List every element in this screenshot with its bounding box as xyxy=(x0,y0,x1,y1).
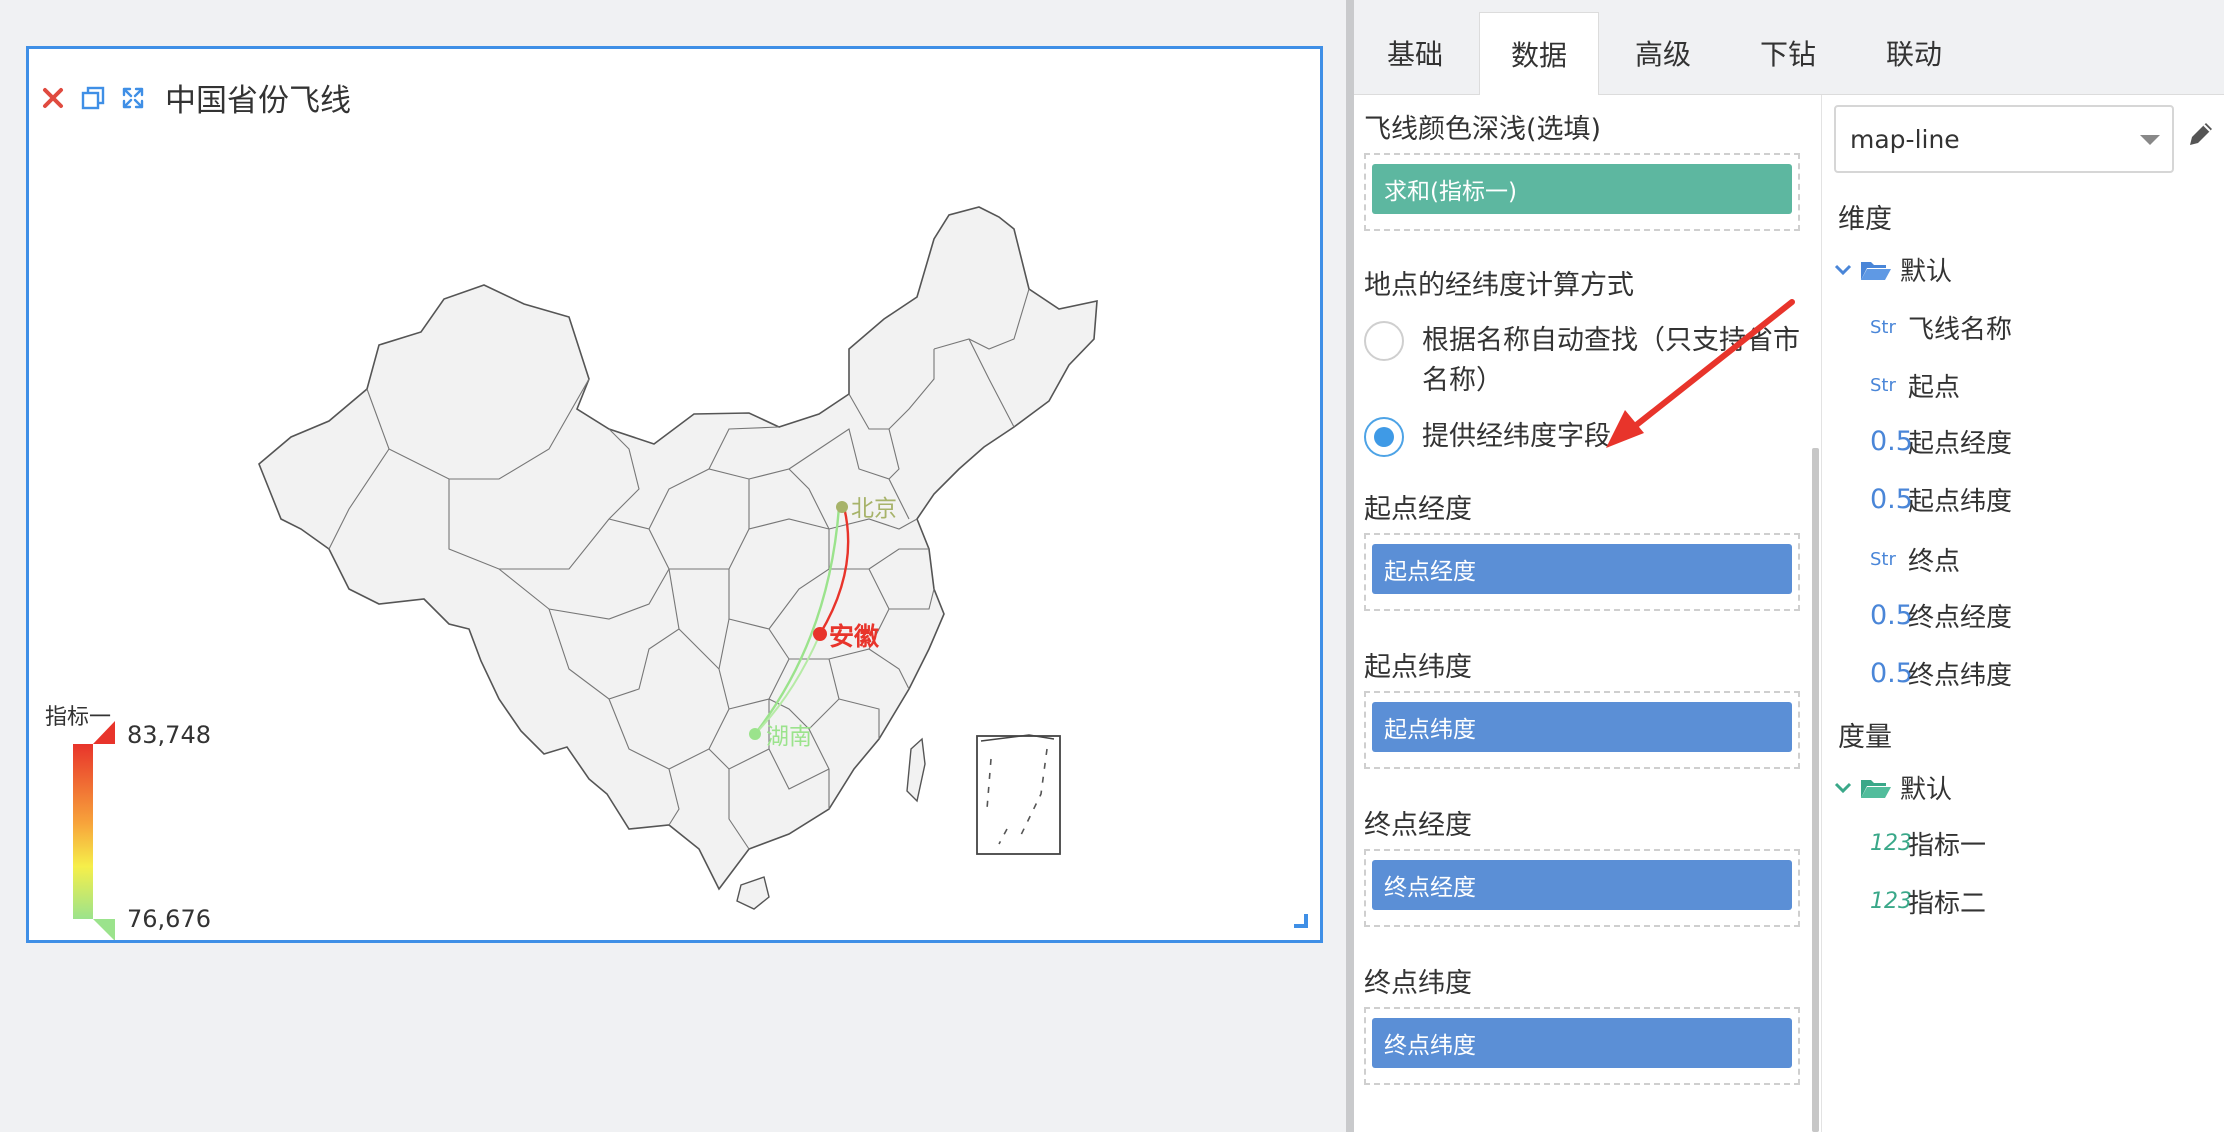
measure-type-icon: 123 xyxy=(1870,831,1912,856)
field-item[interactable]: Str 飞线名称 xyxy=(1870,309,2012,346)
radio-auto-circle[interactable] xyxy=(1364,321,1404,361)
label-hunan: 湖南 xyxy=(766,724,812,750)
number-type-icon: 0.5 xyxy=(1870,658,1913,689)
start-lat-dropzone[interactable]: 起点纬度 xyxy=(1364,691,1800,769)
tab-advanced[interactable]: 高级 xyxy=(1604,12,1722,94)
map-widget[interactable]: 北京 安徽 湖南 中国省份飞线 指标一 83,748 76,676 xyxy=(26,46,1323,943)
tabs-bar: 基础 数据 高级 下钻 联动 xyxy=(1354,0,2224,95)
point-anhui xyxy=(813,627,827,641)
folder-open-icon xyxy=(1861,261,1891,280)
settings-scrollbar[interactable] xyxy=(1812,448,1819,1132)
field-label: 起点纬度 xyxy=(1908,487,2013,517)
pencil-icon[interactable] xyxy=(2184,117,2218,151)
point-beijing xyxy=(836,501,848,513)
field-item[interactable]: 0.5 终点经度 xyxy=(1870,597,2012,634)
hainan-shape xyxy=(736,876,770,910)
data-settings: 飞线颜色深浅(选填) 求和(指标一) 地点的经纬度计算方式 根据名称自动查找（只… xyxy=(1354,95,1819,1132)
legend-max-value: 83,748 xyxy=(127,721,211,749)
field-label: 指标一 xyxy=(1908,831,1987,861)
widget-toolbar: 中国省份飞线 xyxy=(39,75,351,120)
start-lng-dropzone[interactable]: 起点经度 xyxy=(1364,533,1800,611)
radio-field-label: 提供经纬度字段 xyxy=(1422,421,1611,452)
str-type-icon: Str xyxy=(1870,549,1896,570)
dashboard-canvas: 北京 安徽 湖南 中国省份飞线 指标一 83,748 76,676 xyxy=(0,0,1346,1132)
copy-icon[interactable] xyxy=(79,84,107,112)
legend-gradient-bar xyxy=(73,744,93,919)
start-lng-chip[interactable]: 起点经度 xyxy=(1372,544,1792,594)
end-lat-label: 终点纬度 xyxy=(1364,968,1472,999)
end-lat-chip[interactable]: 终点纬度 xyxy=(1372,1018,1792,1068)
str-type-icon: Str xyxy=(1870,317,1896,338)
radio-field-circle[interactable] xyxy=(1364,417,1404,457)
dimension-folder[interactable]: 默认 xyxy=(1834,251,1952,288)
legend-min-handle xyxy=(93,919,115,940)
chevron-down-icon xyxy=(2140,135,2160,145)
close-icon[interactable] xyxy=(39,84,67,112)
end-lng-label: 终点经度 xyxy=(1364,810,1472,841)
line-color-label: 飞线颜色深浅(选填) xyxy=(1364,114,1602,145)
field-label: 终点经度 xyxy=(1908,603,2013,633)
line-color-dropzone[interactable]: 求和(指标一) xyxy=(1364,153,1800,231)
number-type-icon: 0.5 xyxy=(1870,600,1913,631)
china-outline xyxy=(258,206,1098,891)
resize-handle[interactable] xyxy=(1294,914,1308,928)
tab-data[interactable]: 数据 xyxy=(1479,12,1599,95)
field-item[interactable]: 123 指标一 xyxy=(1870,825,1986,862)
tab-drilldown[interactable]: 下钻 xyxy=(1729,12,1847,94)
number-type-icon: 0.5 xyxy=(1870,426,1913,457)
end-lat-dropzone[interactable]: 终点纬度 xyxy=(1364,1007,1800,1085)
field-label: 终点 xyxy=(1908,547,1961,577)
tab-basic[interactable]: 基础 xyxy=(1354,12,1476,94)
field-item[interactable]: 0.5 起点经度 xyxy=(1870,423,2012,460)
taiwan-shape xyxy=(906,737,926,803)
field-item[interactable]: Str 终点 xyxy=(1870,541,1960,578)
dimension-folder-label: 默认 xyxy=(1900,257,1953,287)
field-label: 终点纬度 xyxy=(1908,661,2013,691)
dataset-select-value: map-line xyxy=(1850,124,1960,154)
tab-linkage[interactable]: 联动 xyxy=(1854,12,1974,94)
measure-folder-label: 默认 xyxy=(1900,775,1953,805)
start-lat-chip[interactable]: 起点纬度 xyxy=(1372,702,1792,752)
dimension-label: 维度 xyxy=(1838,204,1892,235)
line-color-chip[interactable]: 求和(指标一) xyxy=(1372,164,1792,214)
field-item[interactable]: 0.5 终点纬度 xyxy=(1870,655,2012,692)
south-sea-inset xyxy=(976,735,1061,855)
panel-divider[interactable] xyxy=(1346,0,1354,1132)
field-label: 起点经度 xyxy=(1908,429,2013,459)
label-beijing: 北京 xyxy=(851,496,897,522)
widget-title: 中国省份飞线 xyxy=(165,83,351,119)
label-anhui: 安徽 xyxy=(829,622,880,651)
measure-label: 度量 xyxy=(1838,722,1892,753)
measure-type-icon: 123 xyxy=(1870,889,1912,914)
coord-method-label: 地点的经纬度计算方式 xyxy=(1364,270,1634,301)
field-item[interactable]: 0.5 起点纬度 xyxy=(1870,481,2012,518)
end-lng-dropzone[interactable]: 终点经度 xyxy=(1364,849,1800,927)
legend-min-value: 76,676 xyxy=(127,905,211,933)
start-lng-label: 起点经度 xyxy=(1364,494,1472,525)
china-map xyxy=(73,206,1098,940)
chevron-down-icon xyxy=(1834,782,1852,793)
folder-open-icon xyxy=(1861,779,1891,798)
point-hunan xyxy=(749,728,761,740)
str-type-icon: Str xyxy=(1870,375,1896,396)
legend-title: 指标一 xyxy=(45,705,112,730)
radio-auto-label: 根据名称自动查找（只支持省市名称） xyxy=(1422,325,1800,396)
radio-auto-lookup[interactable]: 根据名称自动查找（只支持省市名称） xyxy=(1364,321,1802,401)
end-lng-chip[interactable]: 终点经度 xyxy=(1372,860,1792,910)
field-item[interactable]: 123 指标二 xyxy=(1870,883,1986,920)
expand-icon[interactable] xyxy=(119,84,147,112)
field-item[interactable]: Str 起点 xyxy=(1870,367,1960,404)
field-label: 指标二 xyxy=(1908,889,1987,919)
measure-folder[interactable]: 默认 xyxy=(1834,769,1952,806)
dataset-select[interactable]: map-line xyxy=(1834,105,2174,173)
fields-panel: map-line 维度 默认 Str 飞线名称 Str 起点 0.5 起点经度 0.5… xyxy=(1822,95,2224,1132)
property-panel: 基础 数据 高级 下钻 联动 飞线颜色深浅(选填) 求和(指标一) 地点的经纬度… xyxy=(1354,0,2224,1132)
chevron-down-icon xyxy=(1834,264,1852,275)
radio-provide-field[interactable]: 提供经纬度字段 xyxy=(1364,417,1802,457)
field-label: 起点 xyxy=(1908,373,1961,403)
start-lat-label: 起点纬度 xyxy=(1364,652,1472,683)
number-type-icon: 0.5 xyxy=(1870,484,1913,515)
field-label: 飞线名称 xyxy=(1908,315,2013,345)
